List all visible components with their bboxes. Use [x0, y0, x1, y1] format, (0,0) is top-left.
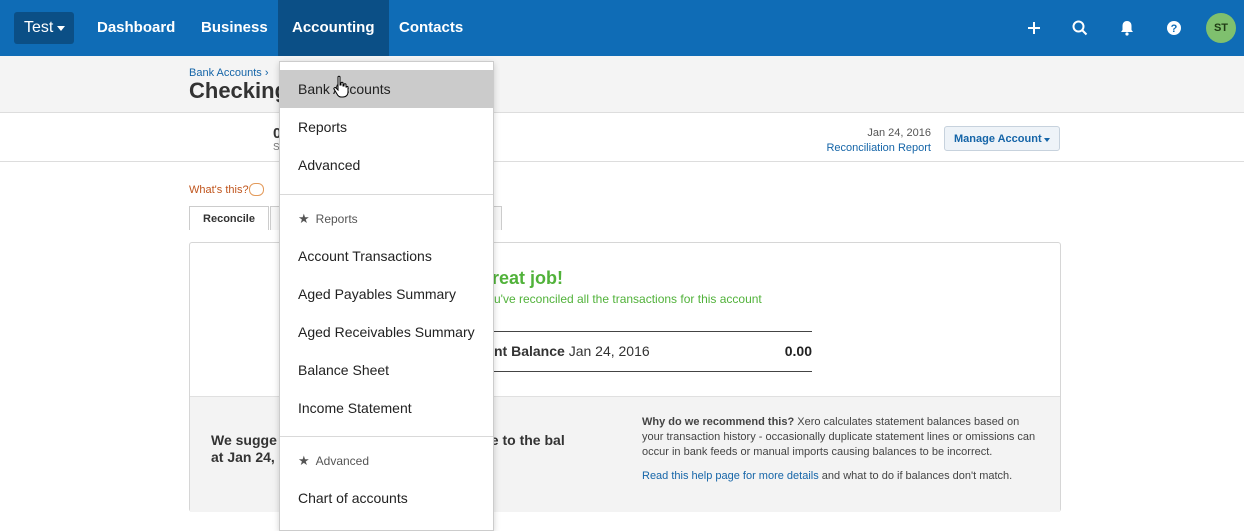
statement-balance-label: nt Balance Jan 24, 2016 — [494, 343, 650, 359]
tab-reconcile[interactable]: Reconcile — [189, 206, 269, 230]
reconciliation-report-link[interactable]: Reconciliation Report — [800, 142, 931, 154]
statement-balance-value: 0.00 — [784, 343, 812, 359]
statement-date: Jan 24, 2016 — [867, 127, 931, 139]
advanced-heading-label: Advanced — [315, 454, 370, 468]
organisation-menu-button[interactable]: Test — [14, 12, 74, 44]
menu-divider — [280, 194, 493, 195]
caret-down-icon — [57, 26, 65, 31]
accounting-dropdown-menu: Bank Accounts Reports Advanced ★ Reports … — [279, 61, 494, 531]
nav-business[interactable]: Business — [201, 0, 268, 56]
whats-this-link[interactable]: What's this? — [189, 184, 249, 196]
top-navigation: Test Dashboard Business Accounting Conta… — [0, 0, 1244, 56]
nav-dashboard[interactable]: Dashboard — [97, 0, 175, 56]
menu-item-advanced[interactable]: Advanced — [280, 146, 493, 184]
menu-heading-advanced: ★ Advanced — [298, 453, 369, 469]
star-icon: ★ — [298, 453, 310, 468]
help-icon[interactable]: ? — [1162, 16, 1186, 40]
help-rest-text: and what to do if balances don't match. — [821, 470, 1013, 482]
avatar[interactable]: ST — [1206, 13, 1236, 43]
bell-icon[interactable] — [1115, 16, 1139, 40]
recommendation-explanation: Why do we recommend this? Xero calculate… — [642, 415, 1042, 460]
menu-item-aged-receivables-summary[interactable]: Aged Receivables Summary — [280, 313, 493, 351]
nav-accounting[interactable]: Accounting — [278, 0, 389, 56]
help-page-link[interactable]: Read this help page for more details — [642, 470, 819, 482]
menu-item-income-statement[interactable]: Income Statement — [280, 389, 493, 427]
manage-account-label: Manage Account — [954, 133, 1042, 145]
svg-text:?: ? — [1171, 23, 1178, 35]
menu-item-bank-accounts[interactable]: Bank Accounts — [280, 70, 493, 108]
reconciled-message: u've reconciled all the transactions for… — [494, 292, 762, 306]
page-header — [0, 56, 1244, 113]
divider — [494, 371, 812, 372]
speech-bubble-icon[interactable] — [249, 183, 264, 196]
menu-item-reports[interactable]: Reports — [280, 108, 493, 146]
statement-balance-title: nt Balance — [494, 343, 565, 359]
menu-item-chart-of-accounts[interactable]: Chart of accounts — [280, 479, 493, 517]
reports-heading-label: Reports — [315, 212, 358, 226]
why-label: Why do we recommend this? — [642, 416, 795, 428]
star-icon: ★ — [298, 211, 310, 226]
help-line: Read this help page for more details and… — [642, 470, 1042, 482]
plus-icon[interactable] — [1022, 16, 1046, 40]
hand-cursor-icon — [333, 75, 349, 98]
nav-contacts[interactable]: Contacts — [399, 0, 463, 56]
statement-balance-date: Jan 24, 2016 — [568, 343, 650, 359]
menu-item-aged-payables-summary[interactable]: Aged Payables Summary — [280, 275, 493, 313]
menu-item-balance-sheet[interactable]: Balance Sheet — [280, 351, 493, 389]
organisation-name: Test — [24, 19, 54, 36]
manage-account-button[interactable]: Manage Account — [944, 126, 1060, 151]
menu-heading-reports: ★ Reports — [298, 211, 358, 227]
menu-divider — [280, 436, 493, 437]
page-title: Checking — [189, 78, 289, 103]
caret-down-icon — [1044, 138, 1050, 142]
great-job-heading: reat job! — [492, 268, 564, 288]
search-icon[interactable] — [1068, 16, 1092, 40]
menu-item-account-transactions[interactable]: Account Transactions — [280, 237, 493, 275]
divider — [494, 331, 812, 332]
